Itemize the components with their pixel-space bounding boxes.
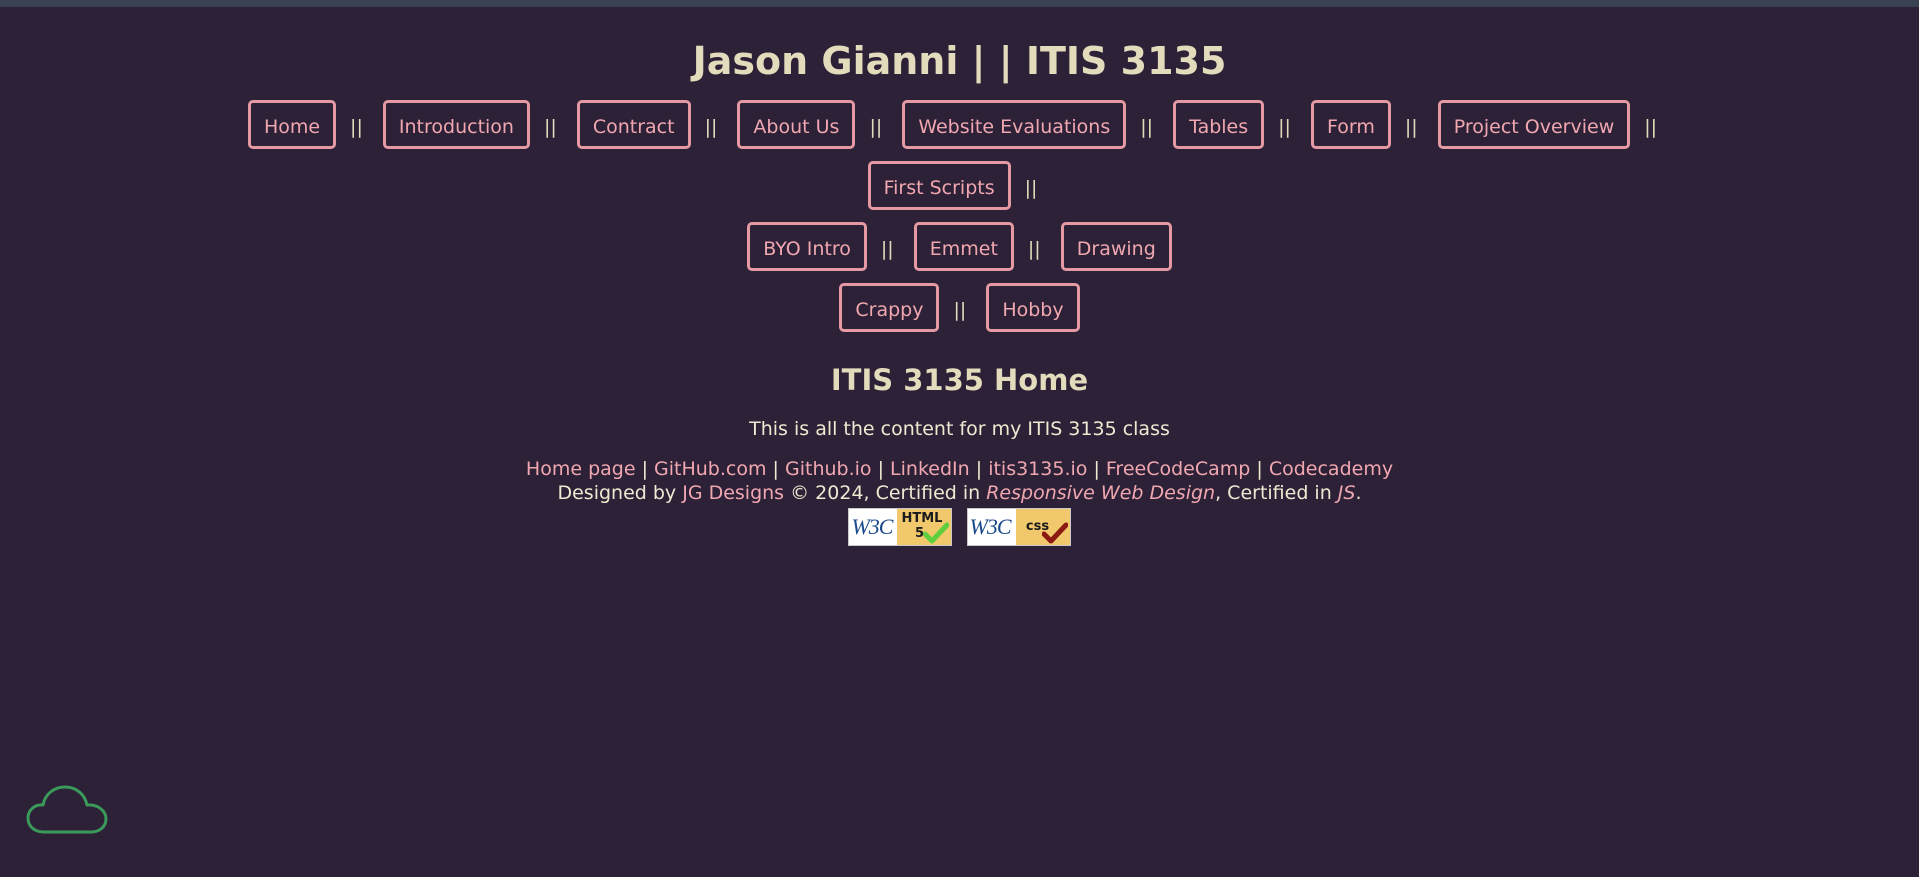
- nav-about-us[interactable]: About Us: [737, 100, 856, 149]
- footer-separator: |: [877, 458, 884, 480]
- nav-website-evaluations[interactable]: Website Evaluations: [902, 100, 1127, 149]
- cert-responsive-web-design-link[interactable]: Responsive Web Design: [986, 482, 1215, 504]
- page-heading: ITIS 3135 Home: [830, 363, 1089, 397]
- site-title: Jason Gianni | | ITIS 3135: [692, 39, 1227, 83]
- designed-by-prefix: Designed by: [557, 482, 683, 504]
- main-nav: Home || Introduction || Contract || About U…: [235, 97, 1685, 341]
- footer-separator: |: [1093, 458, 1100, 480]
- nav-separator: ||: [350, 116, 363, 138]
- nav-crappy[interactable]: Crappy: [839, 283, 940, 332]
- nav-separator: ||: [869, 116, 883, 138]
- green-check-icon: [923, 522, 950, 544]
- top-bar: [0, 0, 1919, 7]
- nav-emmet[interactable]: Emmet: [913, 222, 1014, 271]
- cert-mid-text: , Certified in: [1215, 482, 1338, 504]
- validation-badges: W3C HTML 5 W3C css: [0, 508, 1919, 548]
- nav-separator: ||: [1278, 116, 1291, 138]
- nav-byo-intro[interactable]: BYO Intro: [747, 222, 867, 271]
- nav-separator: ||: [1027, 238, 1041, 260]
- w3c-logo-text: W3C: [969, 514, 1012, 539]
- credits-end: .: [1355, 482, 1362, 504]
- copyright-text: © 2024, Certified in: [784, 482, 987, 504]
- nav-separator: ||: [1140, 116, 1154, 138]
- nav-project-overview[interactable]: Project Overview: [1437, 100, 1631, 149]
- footer-separator: |: [975, 458, 983, 480]
- footer-link-itis3135-io[interactable]: itis3135.io: [988, 458, 1087, 480]
- nav-separator: ||: [880, 238, 894, 260]
- nav-home[interactable]: Home: [247, 100, 337, 149]
- footer-link-github-com[interactable]: GitHub.com: [654, 458, 766, 480]
- footer-credits: Designed by JG Designs © 2024, Certified…: [0, 481, 1919, 505]
- footer-separator: |: [1256, 458, 1263, 480]
- nav-drawing[interactable]: Drawing: [1060, 222, 1172, 271]
- w3c-logo-text: W3C: [851, 514, 893, 539]
- nav-separator: ||: [953, 299, 967, 321]
- footer-link-github-io[interactable]: Github.io: [785, 458, 872, 480]
- page: Jason Gianni | | ITIS 3135 Home || Introd…: [0, 37, 1919, 548]
- designer-link[interactable]: JG Designs: [682, 482, 784, 504]
- nav-separator: ||: [704, 116, 718, 138]
- intro-text: This is all the content for my ITIS 3135…: [749, 418, 1170, 440]
- nav-first-scripts[interactable]: First Scripts: [867, 161, 1011, 210]
- nav-separator: ||: [1644, 116, 1658, 138]
- nav-contract[interactable]: Contract: [576, 100, 691, 149]
- nav-hobby[interactable]: Hobby: [986, 283, 1080, 332]
- footer-link-linkedin[interactable]: LinkedIn: [890, 458, 970, 480]
- footer-link-home-page[interactable]: Home page: [526, 458, 636, 480]
- nav-separator: ||: [1404, 116, 1418, 138]
- footer-separator: |: [772, 458, 779, 480]
- nav-separator: ||: [1024, 177, 1038, 199]
- nav-tables[interactable]: Tables: [1173, 100, 1265, 149]
- css-validator-badge[interactable]: W3C css: [966, 508, 1071, 546]
- footer: Home page | GitHub.com | Github.io | Lin…: [0, 457, 1919, 548]
- cert-js-link[interactable]: JS: [1338, 482, 1356, 504]
- footer-links: Home page | GitHub.com | Github.io | Lin…: [0, 457, 1919, 481]
- html5-validator-badge[interactable]: W3C HTML 5: [848, 508, 953, 546]
- nav-form[interactable]: Form: [1311, 100, 1391, 149]
- footer-separator: |: [641, 458, 648, 480]
- cloud-icon[interactable]: [26, 782, 108, 836]
- footer-link-codecademy[interactable]: Codecademy: [1269, 458, 1393, 480]
- red-check-icon: [1041, 522, 1068, 544]
- nav-introduction[interactable]: Introduction: [382, 100, 530, 149]
- footer-link-freecodecamp[interactable]: FreeCodeCamp: [1106, 458, 1250, 480]
- nav-separator: ||: [543, 116, 557, 138]
